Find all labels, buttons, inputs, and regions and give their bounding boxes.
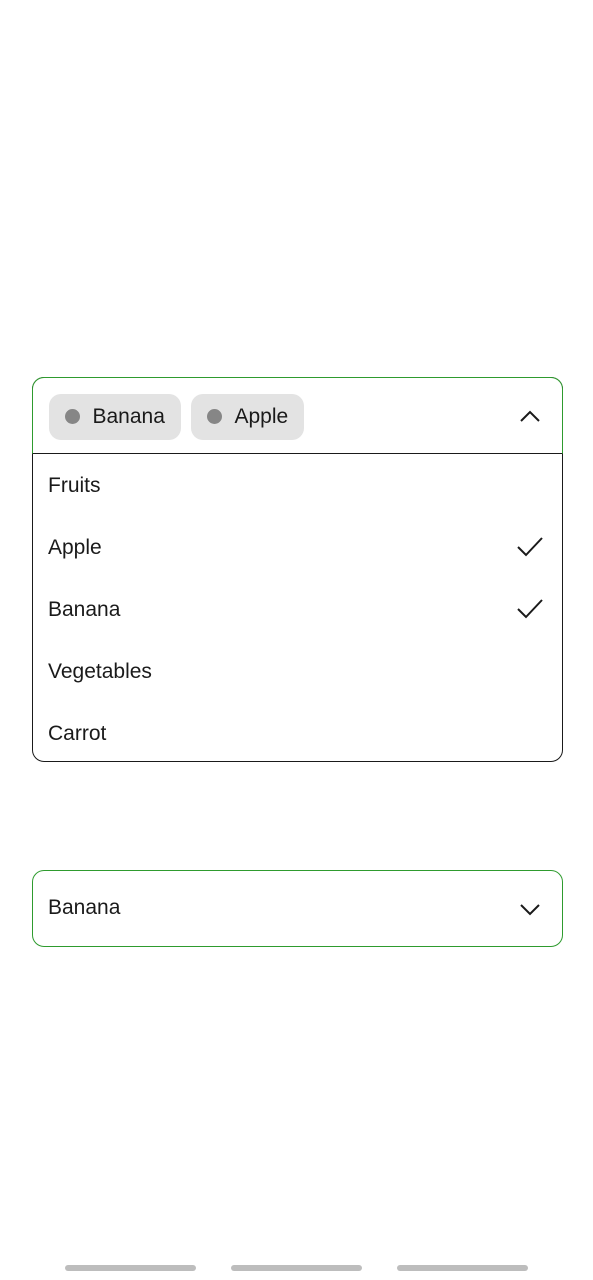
option-fruits[interactable]: Fruits [33,455,561,517]
option-label: Vegetables [48,660,152,683]
dropdown-options-list: Fruits Apple Banana Vegetables Carrot [33,455,561,765]
checkmark-icon [517,536,543,558]
option-apple[interactable]: Apple [33,517,561,579]
chip-dot-icon [64,409,80,424]
chip-label: Apple [234,404,289,428]
chip-banana[interactable]: Banana [48,393,181,440]
chevron-down-icon[interactable] [518,897,542,921]
single-select-dropdown[interactable]: Banana [32,870,563,947]
nav-handle-left[interactable] [65,1265,196,1271]
nav-handle-center[interactable] [231,1265,362,1271]
selected-value: Banana [48,896,121,919]
option-carrot[interactable]: Carrot [33,703,561,765]
option-banana[interactable]: Banana [33,579,561,641]
option-label: Carrot [48,722,107,745]
option-label: Apple [48,536,102,559]
option-vegetables[interactable]: Vegetables [33,641,561,703]
chip-label: Banana [92,404,165,428]
chevron-up-icon[interactable] [518,405,542,429]
option-label: Banana [48,598,121,621]
multi-select-dropdown[interactable]: Banana Apple Fruits Apple Banana Vegetab… [31,376,563,765]
multi-select-field[interactable]: Banana Apple [31,376,563,454]
nav-handle-right[interactable] [397,1265,528,1271]
checkmark-icon [517,598,543,620]
chip-apple[interactable]: Apple [190,393,305,440]
chip-dot-icon [206,409,222,424]
option-label: Fruits [48,474,101,497]
